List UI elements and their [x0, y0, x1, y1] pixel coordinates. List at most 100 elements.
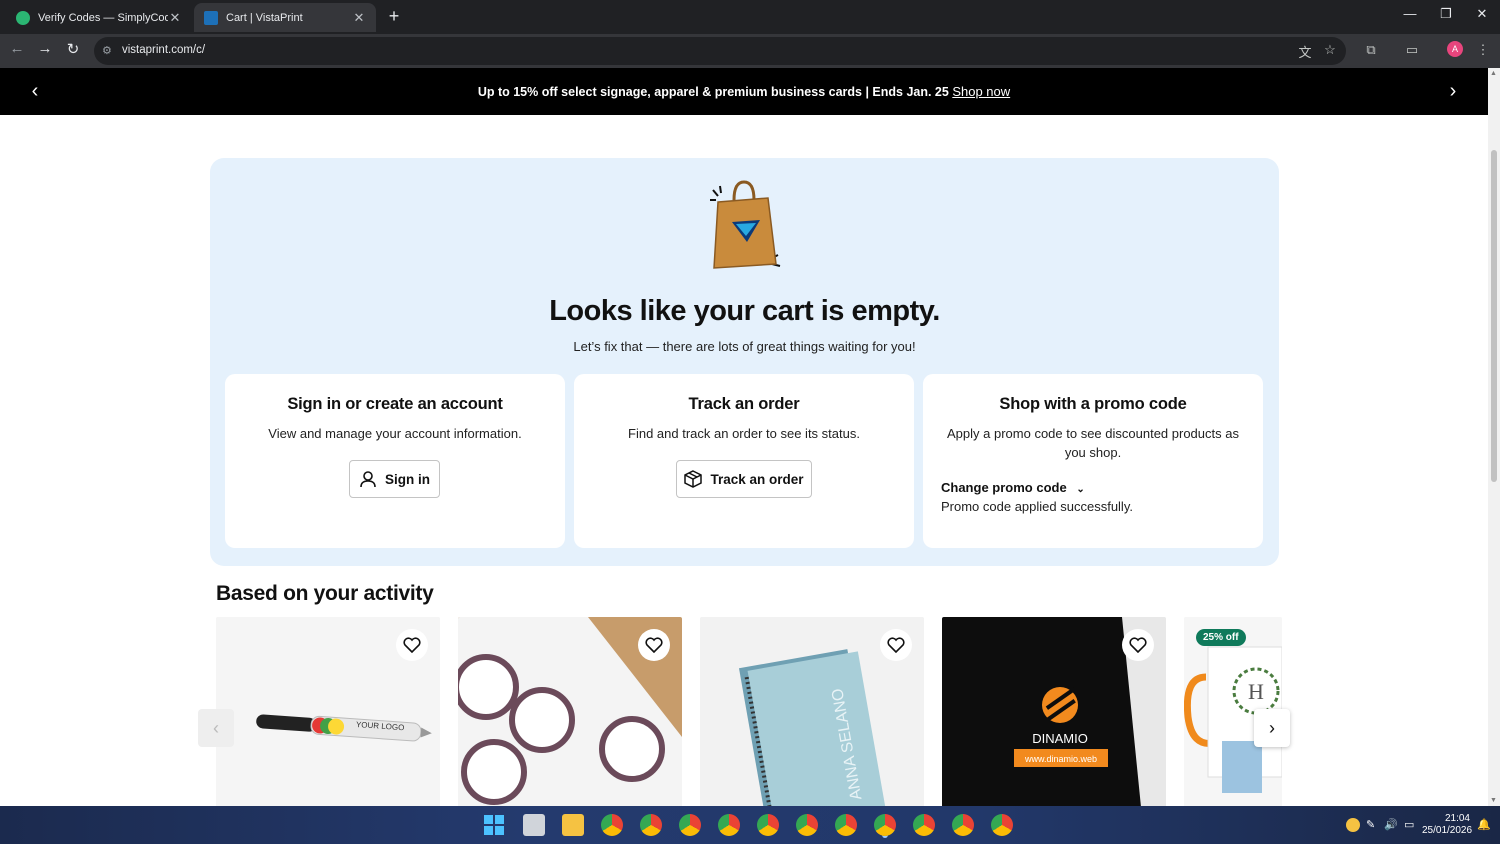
clock-time: 21:04 — [1444, 813, 1470, 824]
vistaprint-favicon-icon — [204, 10, 218, 25]
file-explorer-icon[interactable] — [562, 814, 584, 836]
volume-icon[interactable]: 🔊 — [1384, 818, 1398, 831]
track-card-desc: Find and track an order to see its statu… — [628, 426, 860, 441]
product-card-stickers[interactable] — [458, 617, 682, 806]
activity-section-title: Based on your activity — [216, 582, 434, 605]
decal-brand-text: DINAMIO — [1032, 731, 1088, 746]
promo-code-card: Shop with a promo code Apply a promo cod… — [923, 374, 1263, 548]
taskbar-clock[interactable]: 21:04 25/01/2026 — [1422, 813, 1473, 837]
mug-letter-text: H — [1248, 679, 1264, 704]
favorite-heart-icon[interactable] — [396, 629, 428, 661]
scroll-up-icon[interactable]: ▲ — [1490, 70, 1497, 77]
page-scrollbar[interactable]: ▲ ▼ — [1488, 68, 1500, 806]
tab-title: Cart | VistaPrint — [226, 11, 303, 24]
product-card-notebook[interactable]: ANNA SELANO — [700, 617, 924, 806]
new-tab-icon[interactable]: + — [384, 6, 404, 27]
tab-close-icon[interactable]: ✕ — [352, 10, 366, 26]
scroll-down-icon[interactable]: ▼ — [1490, 797, 1497, 804]
tab-strip: Verify Codes — SimplyCodes ✕ Cart | Vist… — [0, 0, 1500, 34]
chrome-app-icon[interactable] — [952, 814, 974, 836]
empty-cart-panel: Looks like your cart is empty. Let’s fix… — [210, 158, 1279, 566]
site-info-icon[interactable]: ⚙ — [102, 44, 114, 57]
cast-icon[interactable]: ▭ — [1403, 42, 1421, 58]
change-promo-code-toggle[interactable]: Change promo code ⌄ — [941, 480, 1085, 495]
chevron-right-icon: › — [1269, 717, 1275, 738]
close-window-icon[interactable]: ✕ — [1467, 6, 1497, 22]
sign-in-label: Sign in — [385, 471, 430, 487]
chrome-app-icon[interactable] — [991, 814, 1013, 836]
bookmark-star-icon[interactable]: ☆ — [1321, 42, 1339, 58]
promo-card-title: Shop with a promo code — [999, 395, 1187, 413]
carousel-next-button[interactable]: › — [1254, 709, 1290, 747]
promo-status-text: Promo code applied successfully. — [941, 499, 1133, 514]
browser-toolbar: ← → ↻ ⚙ vistaprint.com/c/ 文 ☆ ⧉ ▭ A ⋮ — [0, 34, 1500, 68]
favorite-heart-icon[interactable] — [1122, 629, 1154, 661]
favorite-heart-icon[interactable] — [638, 629, 670, 661]
signin-card-desc: View and manage your account information… — [268, 426, 522, 441]
empty-cart-title: Looks like your cart is empty. — [549, 295, 940, 327]
tab-close-icon[interactable]: ✕ — [168, 10, 182, 26]
address-bar[interactable]: ⚙ vistaprint.com/c/ 文 ☆ — [94, 37, 1346, 65]
chrome-app-icon[interactable] — [718, 814, 740, 836]
chrome-app-icon[interactable] — [679, 814, 701, 836]
chrome-app-icon-active[interactable] — [874, 814, 896, 836]
shopping-bag-icon — [710, 180, 781, 269]
carousel-prev-button[interactable]: ‹ — [198, 709, 234, 747]
reload-icon[interactable]: ↻ — [62, 40, 84, 58]
promo-text: Up to 15% off select signage, apparel & … — [477, 85, 949, 99]
chevron-down-icon: ⌄ — [1076, 484, 1085, 495]
promo-card-desc: Apply a promo code to see discounted pro… — [947, 426, 1239, 460]
chrome-app-icon[interactable] — [757, 814, 779, 836]
tab-vistaprint[interactable]: Cart | VistaPrint ✕ — [194, 3, 376, 32]
signin-card-title: Sign in or create an account — [287, 395, 503, 413]
network-icon[interactable]: ▭ — [1404, 818, 1414, 831]
chrome-app-icon[interactable] — [640, 814, 662, 836]
browser-chrome: Verify Codes — SimplyCodes ✕ Cart | Vist… — [0, 0, 1500, 68]
change-promo-label: Change promo code — [941, 480, 1067, 495]
chrome-app-icon[interactable] — [601, 814, 623, 836]
shop-now-link[interactable]: Shop now — [952, 84, 1010, 99]
promo-banner-text: Up to 15% off select signage, apparel & … — [0, 84, 1488, 99]
tray-app-icon[interactable] — [1346, 818, 1360, 832]
sign-in-button[interactable]: Sign in — [349, 460, 440, 498]
task-view-icon[interactable] — [523, 814, 545, 836]
track-order-button[interactable]: Track an order — [676, 460, 812, 498]
decal-url-text: www.dinamio.web — [1024, 754, 1097, 764]
package-icon — [684, 470, 703, 488]
restore-icon[interactable]: ❐ — [1431, 6, 1461, 22]
tab-title: Verify Codes — SimplyCodes — [38, 11, 168, 24]
banner-next-icon[interactable]: › — [1443, 80, 1463, 103]
notification-bell-icon[interactable]: 🔔 — [1477, 818, 1491, 831]
empty-cart-subtitle: Let’s fix that — there are lots of great… — [573, 339, 916, 354]
back-icon[interactable]: ← — [6, 40, 28, 57]
favorite-heart-icon[interactable] — [880, 629, 912, 661]
track-order-card: Track an order Find and track an order t… — [574, 374, 914, 548]
page-content: ‹ Up to 15% off select signage, apparel … — [0, 68, 1488, 806]
chrome-app-icon[interactable] — [913, 814, 935, 836]
extensions-icon[interactable]: ⧉ — [1362, 42, 1380, 58]
user-icon — [360, 471, 376, 488]
discount-badge: 25% off — [1196, 629, 1246, 646]
product-card-pen[interactable]: YOUR LOGO — [216, 617, 440, 806]
chrome-app-icon[interactable] — [835, 814, 857, 836]
url-text[interactable]: vistaprint.com/c/ — [122, 44, 205, 56]
track-order-label: Track an order — [710, 471, 804, 487]
profile-avatar[interactable]: A — [1447, 41, 1463, 57]
clock-date: 25/01/2026 — [1422, 825, 1473, 836]
track-card-title: Track an order — [688, 395, 800, 413]
product-card-window-decal[interactable]: DINAMIO www.dinamio.web — [942, 617, 1166, 806]
minimize-icon[interactable]: — — [1395, 6, 1425, 21]
menu-icon[interactable]: ⋮ — [1474, 42, 1492, 58]
pen-tray-icon[interactable]: ✎ — [1366, 818, 1375, 831]
windows-start-icon[interactable] — [484, 815, 504, 835]
promo-banner: ‹ Up to 15% off select signage, apparel … — [0, 68, 1488, 115]
translate-icon[interactable]: 文 — [1296, 42, 1314, 61]
scrollbar-thumb[interactable] — [1491, 150, 1497, 482]
tab-simplycodes[interactable]: Verify Codes — SimplyCodes ✕ — [6, 3, 192, 32]
forward-icon[interactable]: → — [34, 40, 56, 57]
chevron-left-icon: ‹ — [213, 717, 219, 738]
signin-card: Sign in or create an account View and ma… — [225, 374, 565, 548]
windows-taskbar: ✎ 🔊 ▭ 21:04 25/01/2026 🔔 — [0, 806, 1500, 844]
simplycodes-favicon-icon — [16, 10, 30, 25]
chrome-app-icon[interactable] — [796, 814, 818, 836]
